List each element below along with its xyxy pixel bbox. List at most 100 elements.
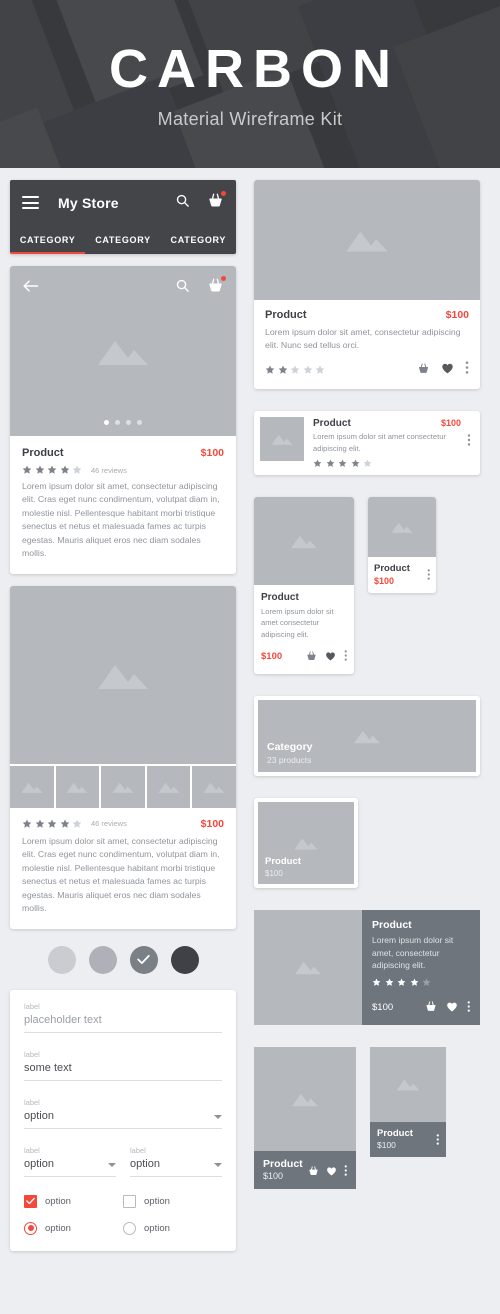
heart-icon[interactable] bbox=[441, 361, 454, 379]
cart-icon[interactable] bbox=[306, 648, 317, 666]
star-filled bbox=[410, 978, 420, 988]
hamburger-icon[interactable] bbox=[22, 196, 39, 209]
select-row: label option label option bbox=[10, 1146, 236, 1177]
star-empty bbox=[290, 365, 300, 375]
product-price: $100 bbox=[265, 868, 283, 878]
product-price: $100 bbox=[200, 447, 224, 459]
back-arrow-icon[interactable] bbox=[22, 279, 39, 298]
carousel-dots[interactable] bbox=[10, 420, 236, 425]
product-image[interactable] bbox=[254, 180, 480, 300]
image-placeholder-icon bbox=[271, 434, 293, 445]
chevron-down-icon bbox=[108, 1162, 116, 1167]
product-thumbnail[interactable] bbox=[260, 416, 304, 461]
choice-group: option option option option bbox=[10, 1177, 236, 1235]
star-filled bbox=[35, 819, 45, 829]
heart-icon[interactable] bbox=[325, 648, 336, 666]
rating-stars[interactable] bbox=[372, 978, 470, 988]
overflow-menu-icon[interactable] bbox=[465, 417, 474, 451]
category-overlay-text: Category 23 products bbox=[267, 741, 313, 765]
radio-selected[interactable]: option bbox=[24, 1221, 123, 1235]
swatch-light[interactable] bbox=[88, 945, 117, 974]
select-full[interactable]: option bbox=[24, 1110, 222, 1129]
star-filled bbox=[385, 978, 395, 988]
star-filled bbox=[326, 458, 336, 469]
radio-label: option bbox=[45, 1222, 71, 1234]
overflow-menu-icon[interactable] bbox=[344, 1163, 348, 1181]
overflow-menu-icon[interactable] bbox=[467, 999, 471, 1017]
cart-icon[interactable] bbox=[207, 190, 226, 213]
image-placeholder-icon bbox=[346, 231, 388, 252]
gallery-thumbnail[interactable] bbox=[55, 765, 100, 808]
swatch-lightest[interactable] bbox=[47, 945, 76, 974]
rating-stars[interactable] bbox=[22, 819, 82, 829]
gallery-thumbnail[interactable] bbox=[192, 765, 236, 808]
product-image[interactable] bbox=[254, 1046, 356, 1151]
star-filled bbox=[47, 465, 57, 475]
product-price: $100 bbox=[445, 309, 469, 321]
category-card[interactable]: Category 23 products bbox=[254, 695, 480, 776]
heart-icon[interactable] bbox=[326, 1163, 337, 1181]
app-bar-title: My Store bbox=[58, 194, 119, 211]
showcase-board: My Store CATEGORY CATEGORY CATEGORY Prod… bbox=[0, 168, 500, 1251]
overflow-menu-icon[interactable] bbox=[344, 648, 348, 666]
color-swatch-group bbox=[10, 945, 236, 974]
product-image[interactable] bbox=[368, 496, 436, 557]
search-icon[interactable] bbox=[175, 278, 190, 298]
overflow-menu-icon[interactable] bbox=[465, 361, 469, 379]
swatch-medium-selected[interactable] bbox=[129, 945, 158, 974]
cart-icon[interactable] bbox=[308, 1163, 319, 1181]
product-name: Product bbox=[374, 562, 410, 574]
checkbox-unchecked[interactable]: option bbox=[123, 1194, 222, 1208]
star-empty bbox=[315, 365, 325, 375]
product-description: Lorem ipsum dolor sit amet, consectetur … bbox=[265, 327, 461, 351]
rating-stars[interactable] bbox=[22, 465, 82, 475]
overflow-menu-icon[interactable] bbox=[436, 1132, 440, 1150]
gallery-thumbnail[interactable] bbox=[146, 765, 191, 808]
star-filled bbox=[22, 465, 32, 475]
review-count[interactable]: 46 reviews bbox=[91, 819, 127, 828]
product-image[interactable] bbox=[254, 496, 354, 585]
product-description: Lorem ipsum dolor sit amet, consectetur … bbox=[22, 481, 220, 559]
tab-category-3[interactable]: CATEGORY bbox=[161, 225, 236, 254]
gallery-thumbnail[interactable] bbox=[10, 765, 54, 808]
product-image[interactable] bbox=[254, 909, 362, 1025]
image-placeholder-icon bbox=[292, 1093, 318, 1107]
star-filled bbox=[60, 465, 70, 475]
gallery-main-image[interactable] bbox=[10, 585, 236, 764]
heart-icon[interactable] bbox=[446, 999, 458, 1017]
star-empty bbox=[72, 465, 82, 475]
image-placeholder-icon bbox=[295, 962, 321, 975]
text-input[interactable]: some text bbox=[24, 1062, 222, 1081]
cart-icon[interactable] bbox=[425, 999, 437, 1017]
star-filled bbox=[397, 978, 407, 988]
select-left[interactable]: option bbox=[24, 1158, 116, 1177]
swatch-dark[interactable] bbox=[170, 945, 199, 974]
product-card-grid-large: Product Lorem ipsum dolor sit amet conse… bbox=[254, 496, 354, 674]
cart-icon[interactable] bbox=[207, 276, 226, 298]
rating-stars[interactable] bbox=[265, 365, 325, 375]
placeholder-text-input[interactable]: placeholder text bbox=[24, 1014, 222, 1033]
product-image: Product $100 bbox=[258, 801, 354, 884]
star-empty bbox=[72, 819, 82, 829]
checkbox-label: option bbox=[144, 1195, 170, 1207]
tab-category-1[interactable]: CATEGORY bbox=[10, 225, 86, 254]
rating-stars[interactable] bbox=[313, 458, 461, 469]
cart-icon[interactable] bbox=[417, 361, 430, 379]
field-label: label bbox=[24, 1049, 40, 1059]
product-price: $100 bbox=[372, 1002, 394, 1014]
search-icon[interactable] bbox=[175, 193, 190, 213]
radio-row: option option bbox=[24, 1221, 222, 1235]
gallery-thumbnail[interactable] bbox=[101, 765, 145, 808]
select-right[interactable]: option bbox=[130, 1158, 222, 1177]
tab-category-2[interactable]: CATEGORY bbox=[85, 225, 160, 254]
image-placeholder-icon bbox=[98, 664, 148, 689]
image-placeholder-icon bbox=[21, 782, 43, 793]
star-filled bbox=[278, 365, 288, 375]
product-name: Product bbox=[313, 417, 351, 429]
checkbox-checked[interactable]: option bbox=[24, 1194, 123, 1208]
product-card-overlay[interactable]: Product $100 bbox=[254, 797, 358, 888]
overflow-menu-icon[interactable] bbox=[427, 563, 431, 585]
product-image[interactable] bbox=[370, 1046, 446, 1122]
review-count[interactable]: 46 reviews bbox=[91, 466, 127, 475]
radio-unselected[interactable]: option bbox=[123, 1221, 222, 1235]
